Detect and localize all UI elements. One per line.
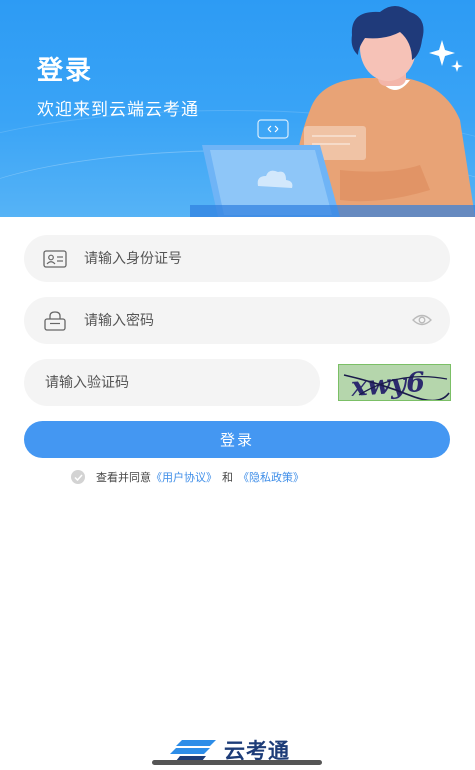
password-input[interactable]: [82, 296, 450, 345]
login-button[interactable]: 登录: [24, 421, 450, 458]
agreement-and: 和: [222, 471, 233, 484]
captcha-text: xwy6: [349, 367, 426, 400]
captcha-field[interactable]: [24, 358, 320, 407]
captcha-input[interactable]: [43, 358, 320, 407]
user-agreement-link[interactable]: 《用户协议》: [151, 469, 217, 485]
agreement-row: 查看并同意 《用户协议》 和 《隐私政策》: [71, 469, 304, 485]
check-icon: [73, 473, 83, 481]
id-card-icon: [42, 249, 68, 269]
header-banner: 登录 欢迎来到云端云考通: [0, 0, 475, 217]
person-with-laptop-illustration: [190, 6, 475, 217]
home-indicator: [152, 760, 322, 765]
password-field[interactable]: [24, 296, 450, 345]
lock-icon: [42, 310, 68, 331]
welcome-subtitle: 欢迎来到云端云考通: [37, 100, 199, 120]
logo-mark-icon: [170, 740, 216, 761]
page-title: 登录: [37, 56, 94, 86]
id-number-input[interactable]: [82, 234, 450, 283]
agree-checkbox[interactable]: [71, 470, 85, 484]
id-number-field[interactable]: [24, 234, 450, 283]
captcha-image[interactable]: xwy6: [338, 364, 451, 401]
privacy-policy-link[interactable]: 《隐私政策》: [238, 469, 304, 485]
show-password-eye-icon[interactable]: [412, 312, 432, 328]
agreement-prefix: 查看并同意: [96, 471, 151, 484]
